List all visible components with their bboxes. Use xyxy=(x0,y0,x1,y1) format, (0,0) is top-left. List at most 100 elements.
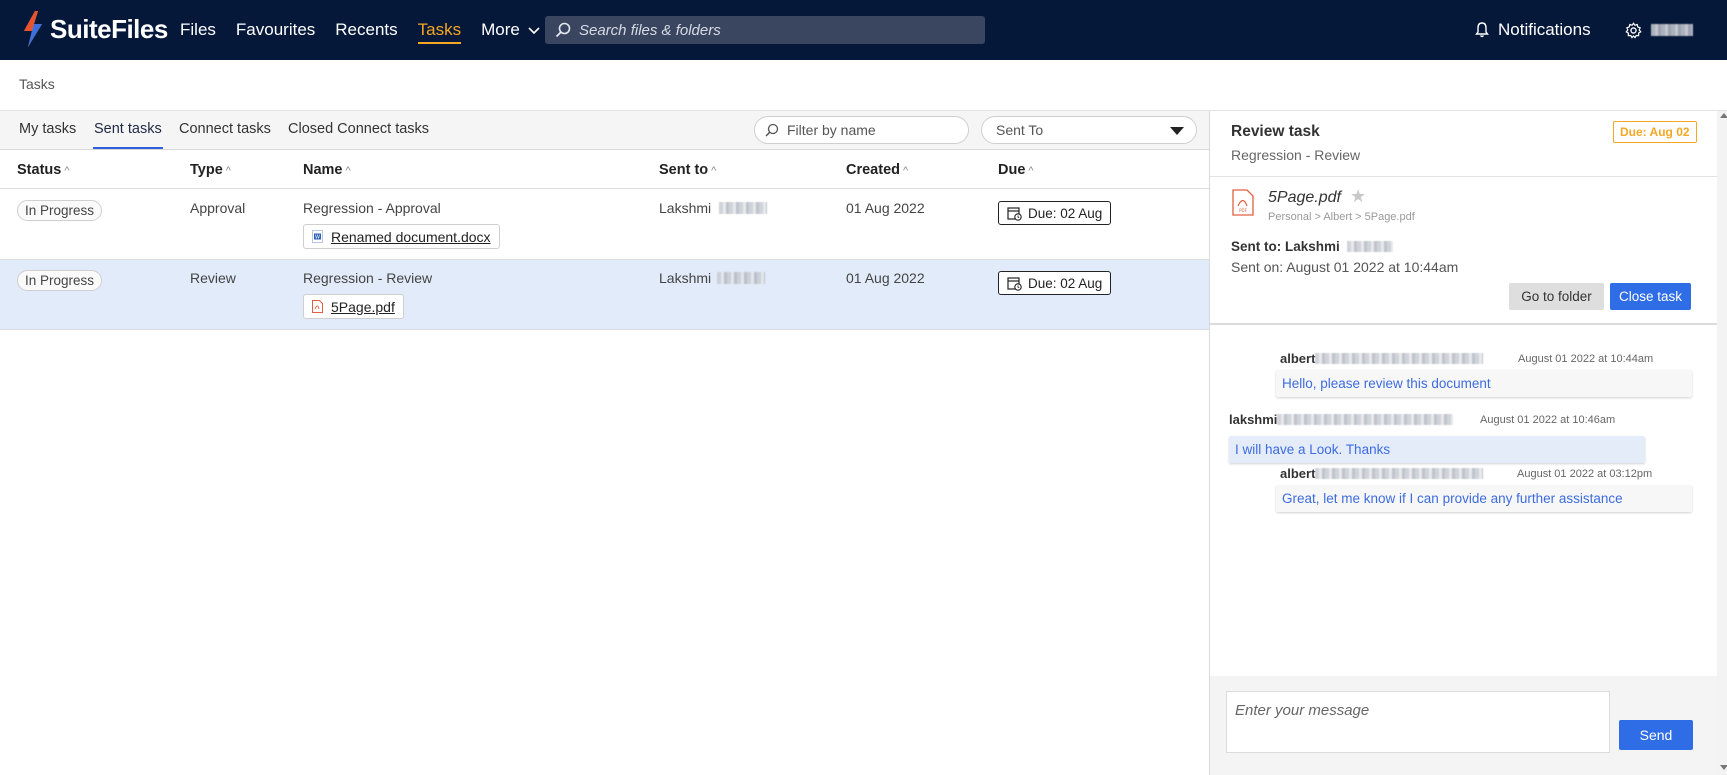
column-header-label: Type xyxy=(190,162,223,178)
sent-to-name: Lakshmi xyxy=(659,270,766,286)
settings-menu[interactable] xyxy=(1625,0,1693,60)
search-icon xyxy=(765,123,779,137)
nav-files[interactable]: Files xyxy=(180,20,216,40)
attached-file-link[interactable]: W Renamed document.docx xyxy=(303,224,500,249)
due-date-text: Due: 02 Aug xyxy=(1028,205,1103,221)
task-name: Regression - Review xyxy=(303,270,433,286)
column-header-type[interactable]: Type ^ xyxy=(190,162,231,178)
calendar-clock-icon xyxy=(1007,206,1022,221)
pdf-icon: PDF xyxy=(1232,189,1254,216)
attached-file-name: 5Page.pdf xyxy=(331,298,395,315)
redacted-surname xyxy=(717,272,766,284)
lightning-logo-icon xyxy=(24,11,42,47)
nav-favourites[interactable]: Favourites xyxy=(236,20,315,40)
notifications-button[interactable]: Notifications xyxy=(1475,0,1591,60)
favourite-star-icon[interactable]: ★ xyxy=(1350,186,1366,207)
calendar-clock-icon xyxy=(1007,276,1022,291)
column-header-label: Due xyxy=(998,162,1026,178)
panel-due-badge: Due: Aug 02 xyxy=(1613,121,1697,143)
sort-arrow-icon: ^ xyxy=(711,165,717,177)
chevron-down-icon xyxy=(528,27,540,35)
sent-to-dropdown-label: Sent To xyxy=(996,122,1044,138)
status-badge: In Progress xyxy=(17,270,103,291)
main-nav: Files Favourites Recents Tasks More xyxy=(180,0,560,60)
due-date-badge: Due: 02 Aug xyxy=(998,201,1112,225)
nav-tasks[interactable]: Tasks xyxy=(417,20,462,44)
go-to-folder-button[interactable]: Go to folder xyxy=(1509,283,1604,310)
sort-arrow-icon: ^ xyxy=(225,165,231,177)
panel-scrollbar[interactable] xyxy=(1717,111,1727,775)
pdf-icon xyxy=(312,300,323,313)
attached-file-link[interactable]: 5Page.pdf xyxy=(303,294,404,319)
column-header-created[interactable]: Created ^ xyxy=(846,162,908,178)
column-header-label: Name xyxy=(303,162,343,178)
filter-by-name[interactable] xyxy=(754,116,969,144)
search-input[interactable] xyxy=(579,21,979,39)
message-bubble: Hello, please review this document xyxy=(1276,370,1692,397)
panel-sent-on: Sent on: August 01 2022 at 10:44am xyxy=(1231,259,1459,275)
task-detail-panel: Review task Regression - Review Due: Aug… xyxy=(1209,111,1718,775)
filter-input[interactable] xyxy=(787,122,957,138)
message-author: albert xyxy=(1280,466,1484,481)
tab-connect-tasks[interactable]: Connect tasks xyxy=(179,121,271,137)
close-task-button[interactable]: Close task xyxy=(1610,283,1691,310)
notifications-label: Notifications xyxy=(1498,20,1591,39)
top-navigation-bar: SuiteFiles Files Favourites Recents Task… xyxy=(0,0,1727,60)
column-header-sent-to[interactable]: Sent to ^ xyxy=(659,162,716,178)
message-author-name: albert xyxy=(1280,351,1316,366)
column-header-due[interactable]: Due ^ xyxy=(998,162,1034,178)
svg-text:PDF: PDF xyxy=(1239,208,1247,213)
sent-to-first-name: Lakshmi xyxy=(659,270,712,286)
message-bubble: Great, let me know if I can provide any … xyxy=(1276,485,1692,512)
message-bubble: I will have a Look. Thanks xyxy=(1229,436,1645,463)
redacted-surname xyxy=(719,202,768,214)
global-search[interactable] xyxy=(545,16,985,44)
scroll-down-arrow-icon[interactable] xyxy=(1720,765,1727,770)
message-input[interactable] xyxy=(1226,691,1610,753)
redacted-surname xyxy=(1346,241,1393,252)
tab-closed-connect-tasks[interactable]: Closed Connect tasks xyxy=(288,121,429,137)
caret-down-icon xyxy=(1170,127,1184,135)
nav-more[interactable]: More xyxy=(481,20,540,40)
scroll-up-arrow-icon[interactable] xyxy=(1720,113,1727,118)
task-type: Review xyxy=(190,270,236,286)
sent-to-name: Lakshmi xyxy=(659,200,768,216)
column-header-name[interactable]: Name ^ xyxy=(303,162,351,178)
redacted-email xyxy=(1277,414,1454,425)
svg-text:W: W xyxy=(315,235,320,241)
brand-logo[interactable]: SuiteFiles xyxy=(22,11,168,47)
sent-to-first-name: Lakshmi xyxy=(659,200,712,216)
table-row[interactable]: In Progress Review Regression - Review 5… xyxy=(0,260,1209,330)
status-badge: In Progress xyxy=(17,200,103,221)
panel-sent-to: Sent to: Lakshmi xyxy=(1231,239,1393,254)
column-header-status[interactable]: Status ^ xyxy=(17,162,70,178)
message-author-name: lakshmi xyxy=(1229,412,1278,427)
message-timestamp: August 01 2022 at 03:12pm xyxy=(1517,468,1653,480)
nav-recents[interactable]: Recents xyxy=(335,20,397,40)
send-button[interactable]: Send xyxy=(1619,720,1693,750)
user-name-redacted xyxy=(1651,24,1693,36)
message-author-name: albert xyxy=(1280,466,1316,481)
panel-file-path: Personal > Albert > 5Page.pdf xyxy=(1268,211,1415,223)
message-timestamp: August 01 2022 at 10:46am xyxy=(1480,414,1616,426)
message-author: lakshmi xyxy=(1229,412,1454,427)
due-date-badge: Due: 02 Aug xyxy=(998,271,1112,295)
word-doc-icon: W xyxy=(312,230,323,243)
attached-file-name: Renamed document.docx xyxy=(331,228,491,245)
sort-arrow-icon: ^ xyxy=(903,165,909,177)
divider xyxy=(1210,176,1718,177)
sort-arrow-icon: ^ xyxy=(1028,165,1034,177)
task-type: Approval xyxy=(190,200,246,216)
tab-sent-tasks[interactable]: Sent tasks xyxy=(93,121,163,149)
tab-my-tasks[interactable]: My tasks xyxy=(19,121,76,137)
message-author: albert xyxy=(1280,351,1484,366)
sort-arrow-icon: ^ xyxy=(345,165,351,177)
sent-to-dropdown[interactable]: Sent To xyxy=(981,116,1197,144)
panel-file-name[interactable]: 5Page.pdf xyxy=(1268,189,1341,207)
table-header: Status ^ Type ^ Name ^ Sent to ^ Created ^ Du… xyxy=(0,151,1209,189)
column-header-label: Status xyxy=(17,162,62,178)
panel-title: Review task xyxy=(1231,123,1320,140)
created-date: 01 Aug 2022 xyxy=(846,270,925,286)
table-row[interactable]: In Progress Approval Regression - Approv… xyxy=(0,190,1209,260)
task-tabs-bar: My tasks Sent tasks Connect tasks Closed… xyxy=(0,111,1209,150)
